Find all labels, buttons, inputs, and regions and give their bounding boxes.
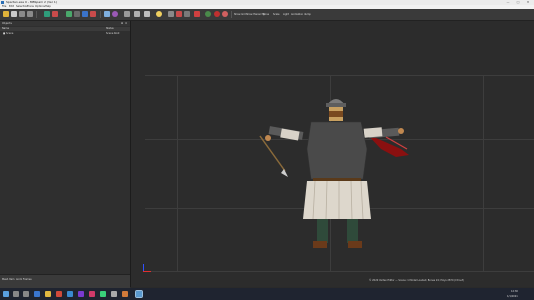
axis-gizmo-x xyxy=(143,271,151,272)
save-icon[interactable] xyxy=(11,11,17,17)
column-header: Name Status xyxy=(0,27,130,31)
column-name[interactable]: Name xyxy=(2,27,9,31)
scale-icon[interactable] xyxy=(74,11,80,17)
panel-close-icon[interactable]: ✕ xyxy=(125,21,127,26)
search-icon[interactable] xyxy=(13,291,19,297)
show-grid-toggle[interactable]: Show Grd xyxy=(234,12,246,17)
app-icon-6[interactable] xyxy=(111,291,117,297)
taskbar: 12:30 1/1/2021 xyxy=(0,288,534,300)
viewport-3d[interactable]: © 2020 Vertex Editor — Scene: 1 Model Lo… xyxy=(131,21,534,287)
loop-icon[interactable] xyxy=(222,11,228,17)
scale-toggle[interactable]: Scale xyxy=(273,12,279,17)
tree-row[interactable]: ■ Scene Scene Root xyxy=(0,32,130,36)
animation-dump-button[interactable]: Animation dump xyxy=(291,12,311,17)
app-icon-7[interactable] xyxy=(122,291,128,297)
panel-title: Objects xyxy=(2,22,12,25)
light-toggle[interactable]: Light xyxy=(283,12,289,17)
app-icon-5[interactable] xyxy=(100,291,106,297)
show-hierarchy-toggle[interactable]: Show Hierarchy xyxy=(246,12,265,17)
toolbar-divider xyxy=(100,11,101,18)
toolbar-divider xyxy=(36,11,37,18)
spear-tip xyxy=(281,169,288,177)
eye-icon[interactable] xyxy=(134,11,140,17)
rotate-icon[interactable] xyxy=(66,11,72,17)
play-icon[interactable] xyxy=(205,11,211,17)
chainmail-torso xyxy=(307,122,367,179)
tree-item-status: Scene Root xyxy=(106,32,120,35)
edge-icon[interactable] xyxy=(34,291,40,297)
redo-icon[interactable] xyxy=(27,11,33,17)
anim-frames-tab[interactable]: Anim Frames xyxy=(16,278,32,282)
mesh-icon[interactable] xyxy=(82,11,88,17)
belt xyxy=(313,178,361,181)
wireframe-icon[interactable] xyxy=(168,11,174,17)
object-panel: Objects ⊟ ✕ Name Status ■ Scene Scene Ro… xyxy=(0,21,131,288)
bone-icon[interactable] xyxy=(90,11,96,17)
globe-icon[interactable] xyxy=(112,11,118,17)
bone-toggle[interactable]: Bone xyxy=(263,12,269,17)
grid-line xyxy=(177,75,178,272)
toolbar: Show Grd Show Hierarchy Bone Scale Light… xyxy=(0,9,534,21)
app-icon-1[interactable] xyxy=(56,291,62,297)
grid-line xyxy=(145,271,534,272)
column-status[interactable]: Status xyxy=(106,27,114,31)
explorer-icon[interactable] xyxy=(45,291,51,297)
app-icon-2[interactable] xyxy=(67,291,73,297)
start-icon[interactable] xyxy=(3,291,9,297)
left-leg xyxy=(317,219,328,243)
viewport-status-text: © 2020 Vertex Editor — Scene: 1 Model Lo… xyxy=(369,279,464,282)
toolbar-divider xyxy=(231,11,232,18)
axis-icon[interactable] xyxy=(176,11,182,17)
record-icon[interactable] xyxy=(194,11,200,17)
spear xyxy=(259,135,286,172)
panel-header: Objects ⊟ ✕ xyxy=(0,21,130,26)
camera-icon[interactable] xyxy=(124,11,130,17)
grid-line xyxy=(145,75,534,76)
move-icon[interactable] xyxy=(52,11,58,17)
app-icon-3[interactable] xyxy=(78,291,84,297)
left-boot xyxy=(313,241,327,248)
app-icon-4[interactable] xyxy=(89,291,95,297)
select-icon[interactable] xyxy=(44,11,50,17)
task-view-icon[interactable] xyxy=(23,291,29,297)
right-leg xyxy=(347,219,358,243)
mesh-item-tab[interactable]: Mesh Item xyxy=(2,278,15,282)
character-model[interactable] xyxy=(251,91,421,251)
open-folder-icon[interactable] xyxy=(3,11,9,17)
texture-icon[interactable] xyxy=(184,11,190,17)
cursor-icon[interactable] xyxy=(104,11,110,17)
view-icon[interactable] xyxy=(144,11,150,17)
panel-footer: Mesh Item Anim Frames xyxy=(0,274,130,288)
active-app-icon[interactable] xyxy=(135,290,143,298)
grid-line xyxy=(483,75,484,272)
panel-pin-icon[interactable]: ⊟ xyxy=(121,21,123,26)
app-icon xyxy=(1,1,4,4)
stop-icon[interactable] xyxy=(214,11,220,17)
tree-item-name: ■ Scene xyxy=(3,32,14,35)
light-icon[interactable] xyxy=(156,11,162,17)
undo-icon[interactable] xyxy=(19,11,25,17)
clock-date: 1/1/2021 xyxy=(507,295,518,298)
right-boot xyxy=(348,241,362,248)
